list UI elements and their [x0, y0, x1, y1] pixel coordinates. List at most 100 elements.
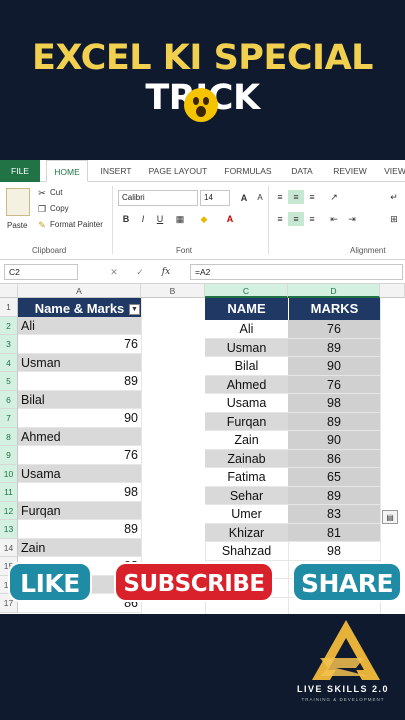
row-header[interactable]: 14: [0, 538, 18, 557]
marks-cell[interactable]: 98: [288, 542, 380, 561]
row-header[interactable]: 12: [0, 501, 18, 520]
name-cell[interactable]: Khizar: [205, 523, 288, 542]
student-mark-cell[interactable]: 98: [18, 483, 141, 502]
row-header[interactable]: 3: [0, 335, 18, 354]
column-header-e[interactable]: [380, 284, 405, 298]
student-mark-cell[interactable]: 89: [18, 372, 141, 391]
marks-cell[interactable]: 81: [288, 523, 380, 542]
marks-cell[interactable]: 86: [288, 449, 380, 468]
student-name-cell[interactable]: Zain: [18, 538, 141, 557]
marks-cell[interactable]: 76: [288, 375, 380, 394]
copy-icon[interactable]: ❐: [34, 202, 50, 216]
name-cell[interactable]: Furqan: [205, 412, 288, 431]
marks-cell[interactable]: 65: [288, 468, 380, 487]
tab-data[interactable]: DATA: [284, 160, 320, 182]
name-cell[interactable]: Sehar: [205, 486, 288, 505]
align-left-icon[interactable]: ≡: [272, 212, 288, 226]
share-button[interactable]: SHARE: [292, 562, 402, 602]
tab-formulas[interactable]: FORMULAS: [220, 160, 276, 182]
marks-cell[interactable]: 89: [288, 486, 380, 505]
tab-page-layout[interactable]: PAGE LAYOUT: [144, 160, 212, 182]
orientation-icon[interactable]: ↗: [326, 190, 342, 204]
tab-home[interactable]: HOME: [46, 160, 88, 182]
insert-function-icon[interactable]: fx: [158, 265, 174, 279]
copy-button[interactable]: Copy: [50, 204, 69, 213]
name-cell[interactable]: Ali: [205, 320, 288, 339]
student-name-cell[interactable]: Ahmed: [18, 427, 141, 446]
format-painter-button[interactable]: Format Painter: [50, 220, 103, 229]
fill-color-icon[interactable]: ◆: [196, 212, 212, 226]
shrink-font-icon[interactable]: A: [252, 191, 268, 205]
underline-icon[interactable]: U: [152, 212, 168, 226]
paste-label[interactable]: Paste: [7, 221, 27, 230]
grow-font-icon[interactable]: A: [236, 191, 252, 205]
align-top-icon[interactable]: ≡: [272, 190, 288, 204]
align-right-icon[interactable]: ≡: [304, 212, 320, 226]
font-size-select[interactable]: 14: [200, 190, 230, 206]
format-painter-icon[interactable]: ✎: [34, 218, 50, 232]
paste-icon[interactable]: [6, 188, 30, 216]
decrease-indent-icon[interactable]: ⇤: [326, 212, 342, 226]
align-middle-icon[interactable]: ≡: [288, 190, 304, 204]
name-cell[interactable]: Umer: [205, 505, 288, 524]
name-cell[interactable]: Zainab: [205, 449, 288, 468]
tab-insert[interactable]: INSERT: [94, 160, 138, 182]
name-cell[interactable]: Usman: [205, 338, 288, 357]
column-header-a[interactable]: A: [18, 284, 141, 298]
column-header-d[interactable]: D: [288, 284, 380, 298]
student-mark-cell[interactable]: 76: [18, 446, 141, 465]
student-name-cell[interactable]: Usama: [18, 464, 141, 483]
marks-cell[interactable]: 89: [288, 412, 380, 431]
row-header[interactable]: 11: [0, 483, 18, 502]
cut-button[interactable]: Cut: [50, 188, 62, 197]
font-name-select[interactable]: Calibri: [118, 190, 198, 206]
row-header[interactable]: 10: [0, 464, 18, 483]
tab-file[interactable]: FILE: [0, 160, 40, 182]
name-cell[interactable]: Fatima: [205, 468, 288, 487]
row-header[interactable]: 13: [0, 520, 18, 539]
name-cell[interactable]: Shahzad: [205, 542, 288, 561]
enter-icon[interactable]: ✓: [132, 265, 148, 279]
student-mark-cell[interactable]: 90: [18, 409, 141, 428]
marks-cell[interactable]: 90: [288, 357, 380, 376]
font-color-icon[interactable]: A: [222, 212, 238, 226]
name-cell[interactable]: Zain: [205, 431, 288, 450]
column-header-b[interactable]: B: [141, 284, 205, 298]
marks-cell[interactable]: 89: [288, 338, 380, 357]
row-header[interactable]: 7: [0, 409, 18, 428]
student-name-cell[interactable]: Ali: [18, 316, 141, 335]
student-mark-cell[interactable]: 89: [18, 520, 141, 539]
formula-input[interactable]: =A2: [190, 264, 403, 280]
select-all-corner[interactable]: [0, 284, 18, 298]
marks-cell[interactable]: 83: [288, 505, 380, 524]
marks-cell[interactable]: 90: [288, 431, 380, 450]
cut-icon[interactable]: ✂: [34, 186, 50, 200]
row-header[interactable]: 9: [0, 446, 18, 465]
column-header-c[interactable]: C: [205, 284, 288, 298]
student-mark-cell[interactable]: 76: [18, 335, 141, 354]
row-header[interactable]: 4: [0, 353, 18, 372]
align-bottom-icon[interactable]: ≡: [304, 190, 320, 204]
borders-icon[interactable]: ▦: [172, 212, 188, 226]
bold-icon[interactable]: B: [118, 212, 134, 226]
row-header[interactable]: 2: [0, 316, 18, 335]
wrap-text-icon[interactable]: ↵: [386, 190, 402, 204]
name-box[interactable]: C2: [4, 264, 78, 280]
name-cell[interactable]: Ahmed: [205, 375, 288, 394]
like-button[interactable]: LIKE: [8, 562, 92, 602]
student-name-cell[interactable]: Usman: [18, 353, 141, 372]
student-name-cell[interactable]: Furqan: [18, 501, 141, 520]
tab-review[interactable]: REVIEW: [328, 160, 372, 182]
italic-icon[interactable]: I: [135, 212, 151, 226]
row-header[interactable]: 6: [0, 390, 18, 409]
filter-dropdown-icon[interactable]: ▼: [129, 304, 140, 315]
tab-view[interactable]: VIEW: [380, 160, 405, 182]
merge-center-icon[interactable]: ⊞: [386, 212, 402, 226]
row-header[interactable]: 5: [0, 372, 18, 391]
align-center-icon[interactable]: ≡: [288, 212, 304, 226]
increase-indent-icon[interactable]: ⇥: [344, 212, 360, 226]
marks-cell[interactable]: 76: [288, 320, 380, 339]
row-header[interactable]: 1: [0, 298, 18, 317]
name-cell[interactable]: Usama: [205, 394, 288, 413]
quick-analysis-icon[interactable]: ▤: [382, 510, 398, 524]
